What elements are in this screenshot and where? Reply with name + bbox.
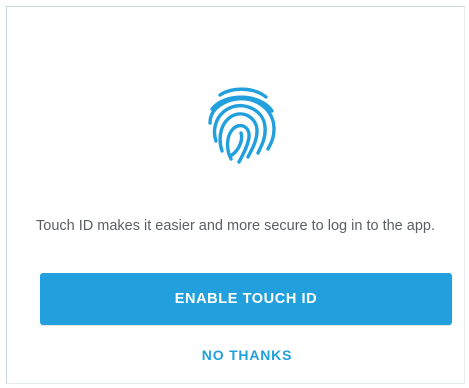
enable-touch-id-button[interactable]: ENABLE TOUCH ID	[40, 273, 452, 325]
fingerprint-icon	[202, 83, 282, 169]
touch-id-dialog: Touch ID makes it easier and more secure…	[6, 6, 465, 384]
touch-id-message: Touch ID makes it easier and more secure…	[36, 218, 435, 234]
no-thanks-button[interactable]: NO THANKS	[147, 341, 347, 369]
